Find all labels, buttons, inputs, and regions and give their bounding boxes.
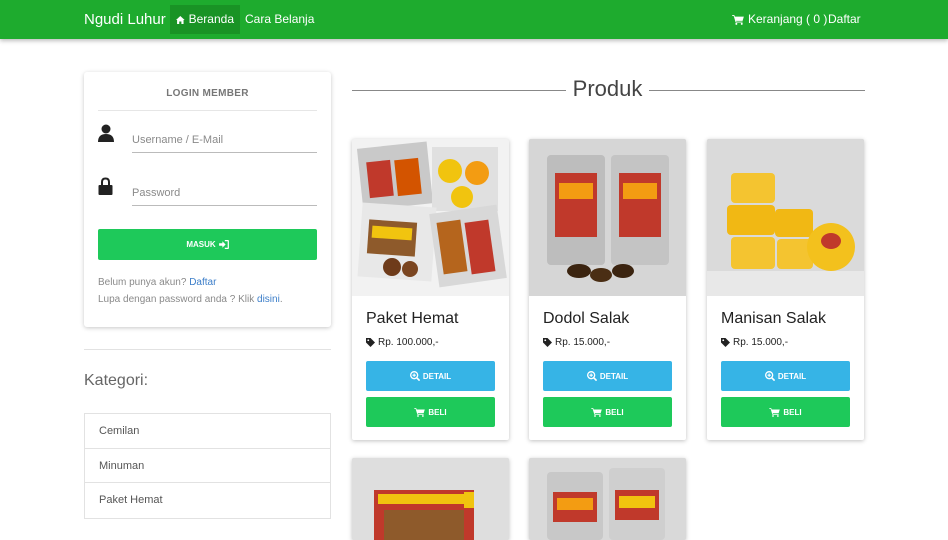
password-input[interactable] xyxy=(132,180,317,206)
nav-daftar[interactable]: Daftar xyxy=(822,5,867,34)
beli-button-label: BELI xyxy=(605,407,624,417)
product-image[interactable] xyxy=(352,458,509,540)
products-header: Produk xyxy=(352,76,865,104)
zoom-in-icon xyxy=(586,371,597,381)
cart-icon xyxy=(414,407,426,417)
tag-icon xyxy=(543,338,552,347)
products-title: Produk xyxy=(572,76,643,101)
detail-button[interactable]: DETAIL xyxy=(543,361,672,391)
detail-button[interactable]: DETAIL xyxy=(366,361,495,391)
detail-button-label: DETAIL xyxy=(777,371,807,381)
login-divider xyxy=(98,110,317,111)
masuk-button[interactable]: MASUK xyxy=(98,229,317,260)
product-card: Dodol Salak Rp. 15.000,- DETAIL BELI xyxy=(529,139,686,440)
product-name[interactable]: Manisan Salak xyxy=(721,310,826,328)
beli-button-label: BELI xyxy=(428,407,447,417)
nav-keranjang-label: Keranjang ( 0 ) xyxy=(748,12,828,26)
cart-icon xyxy=(732,14,744,25)
category-item-cemilan[interactable]: Cemilan xyxy=(85,414,330,449)
tag-icon xyxy=(366,338,375,347)
kategori-title: Kategori: xyxy=(84,372,149,389)
nav-cara-belanja-label: Cara Belanja xyxy=(245,12,315,26)
product-price-value: Rp. 15.000,- xyxy=(733,337,789,348)
product-price: Rp. 15.000,- xyxy=(543,337,610,348)
product-card: Paket Hemat Rp. 100.000,- DETAIL BELI xyxy=(352,139,509,440)
nav-cara-belanja[interactable]: Cara Belanja xyxy=(239,5,320,34)
nav-beranda[interactable]: Beranda xyxy=(170,5,240,34)
sidebar-divider xyxy=(84,349,331,350)
forgot-link[interactable]: disini xyxy=(257,294,280,305)
header-line-left xyxy=(352,90,566,91)
product-image-paket-hemat[interactable] xyxy=(352,139,509,296)
category-item-minuman[interactable]: Minuman xyxy=(85,449,330,483)
login-panel: LOGIN MEMBER MASUK Belum punya akun? Daf… xyxy=(84,72,331,327)
forgot-hint-text: Lupa dengan password anda ? Klik xyxy=(98,294,255,305)
beli-button[interactable]: BELI xyxy=(366,397,495,427)
login-title: LOGIN MEMBER xyxy=(166,88,249,99)
detail-button-label: DETAIL xyxy=(599,371,629,381)
forgot-hint-end: . xyxy=(279,294,283,305)
product-price: Rp. 100.000,- xyxy=(366,337,439,348)
username-input[interactable] xyxy=(132,127,317,153)
register-hint-text: Belum punya akun? xyxy=(98,277,187,288)
detail-button[interactable]: DETAIL xyxy=(721,361,850,391)
product-image-dodol-salak[interactable] xyxy=(529,139,686,296)
cart-icon xyxy=(591,407,603,417)
category-list: Cemilan Minuman Paket Hemat xyxy=(84,413,331,519)
product-name[interactable]: Paket Hemat xyxy=(366,310,458,328)
product-card xyxy=(352,458,509,540)
zoom-in-icon xyxy=(764,371,775,381)
beli-button[interactable]: BELI xyxy=(721,397,850,427)
home-icon xyxy=(176,15,185,24)
product-price: Rp. 15.000,- xyxy=(721,337,788,348)
product-price-value: Rp. 15.000,- xyxy=(555,337,611,348)
product-card xyxy=(529,458,686,540)
category-item-paket-hemat[interactable]: Paket Hemat xyxy=(85,483,330,518)
beli-button-label: BELI xyxy=(783,407,802,417)
cart-icon xyxy=(769,407,781,417)
nav-beranda-label: Beranda xyxy=(188,12,234,26)
product-card: Manisan Salak Rp. 15.000,- DETAIL BELI xyxy=(707,139,864,440)
register-link[interactable]: Daftar xyxy=(189,277,216,288)
product-image[interactable] xyxy=(529,458,686,540)
register-hint: Belum punya akun? Daftar xyxy=(98,277,216,288)
nav-daftar-label: Daftar xyxy=(828,12,861,26)
header-line-right xyxy=(649,90,865,91)
product-image-manisan-salak[interactable] xyxy=(707,139,864,296)
top-navbar: Ngudi Luhur Beranda Cara Belanja Keranja… xyxy=(0,0,948,39)
forgot-hint: Lupa dengan password anda ? Klik disini. xyxy=(98,294,283,305)
product-price-value: Rp. 100.000,- xyxy=(378,337,439,348)
beli-button[interactable]: BELI xyxy=(543,397,672,427)
nav-keranjang[interactable]: Keranjang ( 0 ) xyxy=(726,5,833,34)
lock-icon xyxy=(98,177,113,195)
user-icon xyxy=(98,124,114,142)
brand-name[interactable]: Ngudi Luhur xyxy=(84,11,166,28)
product-name[interactable]: Dodol Salak xyxy=(543,310,629,328)
sign-in-icon xyxy=(218,240,229,249)
detail-button-label: DETAIL xyxy=(422,371,452,381)
tag-icon xyxy=(721,338,730,347)
masuk-button-label: MASUK xyxy=(186,240,216,249)
zoom-in-icon xyxy=(409,371,420,381)
